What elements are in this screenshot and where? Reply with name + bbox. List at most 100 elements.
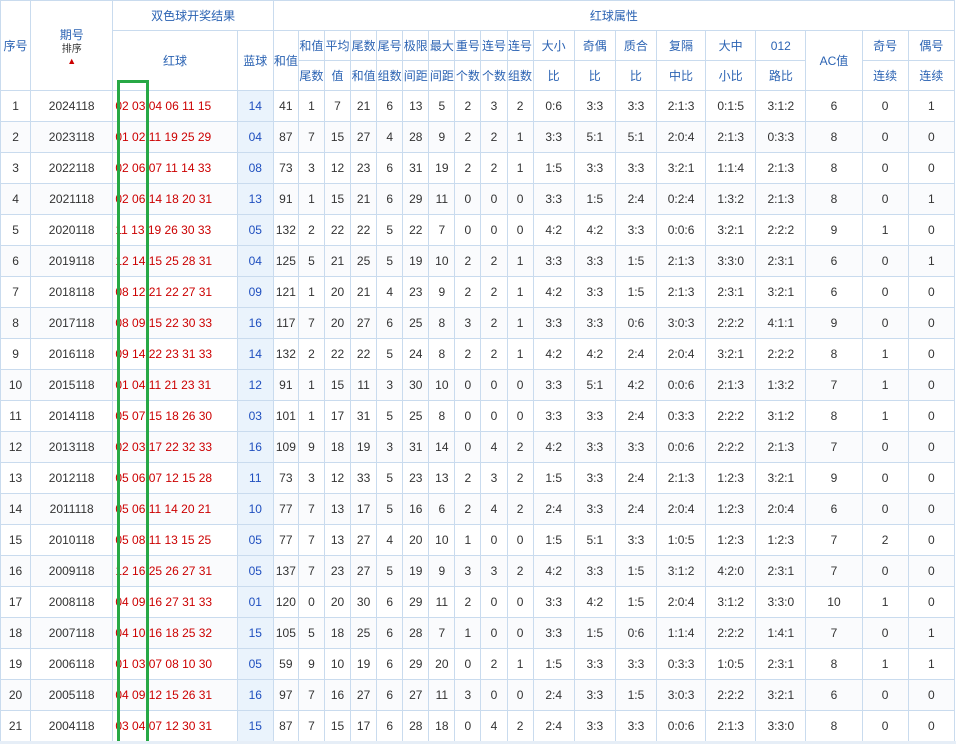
- row-bms: 4:2:0: [705, 555, 757, 587]
- row-evenr: 1: [907, 245, 956, 277]
- row-ac: 8: [805, 648, 863, 680]
- row-oddr: 0: [861, 431, 909, 463]
- seq-header: 序号: [0, 0, 32, 91]
- row-sum: 73: [272, 462, 299, 494]
- row-oe: 3:3: [573, 400, 616, 432]
- big-mid-small-header-1: 大中: [705, 30, 757, 61]
- row-red-balls: 05 06 11 14 20 21: [112, 493, 238, 525]
- row-tail: 9: [297, 648, 325, 680]
- other-red-balls: 03 17 22 32 33: [132, 440, 213, 454]
- row-cgrp: 2: [506, 710, 534, 742]
- avg-header-2: 值: [323, 60, 352, 91]
- row-cgrp: 1: [506, 276, 534, 308]
- row-avg: 15: [323, 183, 352, 215]
- row-span: 13: [402, 90, 430, 122]
- row-evenr: 1: [907, 90, 956, 122]
- row-red-balls: 12 14 15 25 28 31: [112, 245, 238, 277]
- issue-header[interactable]: 期号 排序 ▲: [30, 0, 114, 91]
- row-avg: 15: [323, 121, 352, 153]
- row-span: 29: [402, 586, 430, 618]
- row-bms: 2:1:3: [705, 121, 757, 153]
- row-bs: 3:3: [532, 586, 575, 618]
- first-red-ball: 11: [115, 223, 128, 237]
- row-r012: 3:3:0: [755, 586, 807, 618]
- row-cnt: 2: [480, 121, 508, 153]
- row-r012: 0:3:3: [755, 121, 807, 153]
- other-red-balls: 12 21 22 27 31: [132, 285, 213, 299]
- row-cgrp: 0: [506, 617, 534, 649]
- row-span: 27: [402, 679, 430, 711]
- row-avg: 23: [323, 555, 352, 587]
- sum-tail-header-1: 和值: [297, 30, 325, 61]
- repeat-gap-header-2: 中比: [655, 60, 707, 91]
- consec-group-header-2: 组数: [506, 60, 534, 91]
- row-blue-ball: 16: [236, 679, 274, 711]
- row-oddr: 0: [861, 90, 909, 122]
- consec-group-header-1: 连号: [506, 30, 534, 61]
- row-blue-ball: 13: [236, 183, 274, 215]
- row-tgroup: 5: [376, 462, 404, 494]
- row-oddr: 0: [861, 183, 909, 215]
- row-bs: 0:6: [532, 90, 575, 122]
- row-evenr: 0: [907, 121, 956, 153]
- row-cnt: 2: [480, 338, 508, 370]
- row-blue-ball: 03: [236, 400, 274, 432]
- row-cgrp: 2: [506, 493, 534, 525]
- row-span: 28: [402, 617, 430, 649]
- row-avg: 15: [323, 710, 352, 742]
- table-row: 21 2004118 03 04 07 12 30 31 15 87 7 15 17 6 28 18…: [0, 710, 956, 742]
- row-bs: 3:3: [532, 617, 575, 649]
- red-attr-header: 红球属性: [272, 0, 956, 31]
- row-rep: 0: [454, 183, 482, 215]
- first-red-ball: 02: [115, 161, 129, 175]
- row-pc: 1:5: [614, 679, 657, 711]
- row-tail: 1: [297, 369, 325, 401]
- other-red-balls: 07 15 18 26 30: [132, 409, 213, 423]
- row-pc: 1:5: [614, 586, 657, 618]
- row-seq: 4: [0, 183, 32, 215]
- row-pc: 3:3: [614, 90, 657, 122]
- row-avg: 15: [323, 369, 352, 401]
- row-rep: 0: [454, 431, 482, 463]
- row-gap: 8: [428, 307, 456, 339]
- row-rg: 3:0:3: [655, 307, 707, 339]
- row-sum: 87: [272, 710, 299, 742]
- row-evenr: 0: [907, 307, 956, 339]
- max-gap-header-2: 间距: [428, 60, 456, 91]
- row-pc: 2:4: [614, 493, 657, 525]
- row-pc: 3:3: [614, 524, 657, 556]
- row-red-balls: 01 03 07 08 10 30: [112, 648, 238, 680]
- row-tsum: 27: [350, 307, 378, 339]
- row-bs: 1:5: [532, 152, 575, 184]
- row-rg: 2:0:4: [655, 586, 707, 618]
- row-tail: 1: [297, 400, 325, 432]
- row-rep: 2: [454, 276, 482, 308]
- row-sum: 137: [272, 555, 299, 587]
- row-tail: 1: [297, 90, 325, 122]
- odd-even-header-2: 比: [573, 60, 616, 91]
- row-cgrp: 1: [506, 648, 534, 680]
- table-row: 11 2014118 05 07 15 18 26 30 03 101 1 17 31 5 25 8…: [0, 400, 956, 432]
- sort-label[interactable]: 排序: [32, 43, 112, 57]
- table-row: 8 2017118 08 09 15 22 30 33 16 117 7 20 27 6 25 8 3…: [0, 307, 956, 339]
- row-tail: 1: [297, 276, 325, 308]
- row-tsum: 31: [350, 400, 378, 432]
- row-red-balls: 02 03 04 06 11 15: [112, 90, 238, 122]
- row-evenr: 1: [907, 183, 956, 215]
- row-r012: 3:2:1: [755, 679, 807, 711]
- row-rep: 2: [454, 493, 482, 525]
- row-pc: 1:5: [614, 555, 657, 587]
- row-issue: 2009118: [30, 555, 114, 587]
- odd-even-header-1: 奇偶: [573, 30, 616, 61]
- first-red-ball: 12: [115, 254, 129, 268]
- table-row: 15 2010118 05 08 11 13 15 25 05 77 7 13 27 4 20 10…: [0, 524, 956, 556]
- row-r012: 1:2:3: [755, 524, 807, 556]
- row-tail: 1: [297, 183, 325, 215]
- row-tgroup: 6: [376, 90, 404, 122]
- other-red-balls: 04 11 21 23 31: [132, 378, 212, 392]
- row-bs: 4:2: [532, 555, 575, 587]
- row-red-balls: 05 08 11 13 15 25: [112, 524, 238, 556]
- row-gap: 19: [428, 152, 456, 184]
- row-rg: 2:1:3: [655, 462, 707, 494]
- sort-arrow-icon[interactable]: ▲: [32, 57, 112, 66]
